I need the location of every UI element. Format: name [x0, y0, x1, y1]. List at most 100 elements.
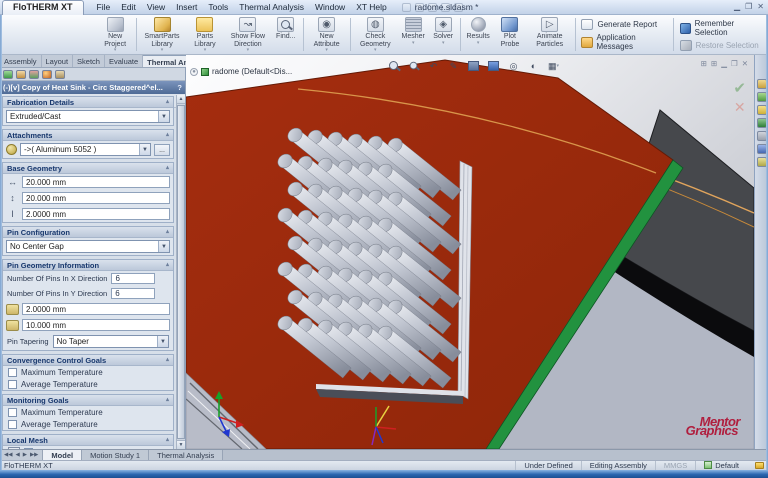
status-configuration[interactable]: Default — [695, 461, 747, 470]
taskpane-custom-properties-icon[interactable] — [757, 157, 767, 167]
section-header[interactable]: Attachments ▴ — [3, 130, 173, 141]
tab-layout[interactable]: Layout — [42, 55, 74, 67]
maximize-button[interactable]: ❐ — [745, 2, 752, 11]
minimize-button[interactable]: ▁ — [734, 2, 740, 11]
remember-selection-button[interactable]: Remember Selection — [680, 19, 762, 37]
max-temperature-checkbox[interactable] — [8, 408, 17, 417]
configuration-manager-icon[interactable] — [29, 70, 39, 79]
scroll-up-icon[interactable]: ▲ — [177, 95, 185, 104]
collapse-icon[interactable]: ▴ — [166, 356, 169, 364]
status-tag-icon[interactable] — [755, 462, 764, 469]
collapse-icon[interactable]: ▴ — [166, 228, 169, 236]
section-header[interactable]: Base Geometry ▴ — [3, 163, 173, 174]
generate-report-button[interactable]: Generate Report — [581, 19, 666, 30]
base-depth-input[interactable]: 20.000 mm — [22, 192, 170, 204]
show-flow-direction-button[interactable]: ↝ Show Flow Direction ▾ — [225, 16, 271, 53]
menu-file[interactable]: File — [92, 1, 116, 13]
app-menu-button[interactable]: FloTHERM XT — [2, 0, 84, 15]
plot-probe-button[interactable]: Plot Probe — [493, 16, 527, 53]
section-view-icon[interactable]: ✎ — [446, 59, 461, 73]
find-button[interactable]: Find... — [271, 16, 301, 53]
menu-edit[interactable]: Edit — [116, 1, 141, 13]
next-sheet-icon[interactable]: ▶ — [22, 452, 28, 458]
child-minimize-button[interactable]: ▁ — [721, 59, 727, 68]
fabrication-select[interactable]: Extruded/Cast ▼ — [6, 110, 170, 123]
restore-selection-button[interactable]: Restore Selection — [680, 40, 762, 51]
collapse-icon[interactable]: ▴ — [166, 131, 169, 139]
help-icon[interactable]: ? — [177, 83, 182, 92]
status-units[interactable]: MMGS — [655, 461, 695, 470]
collapse-icon[interactable]: ▴ — [166, 164, 169, 172]
tab-assembly[interactable]: Assembly — [0, 55, 42, 67]
flyout-pin-icon[interactable]: ● — [190, 68, 198, 76]
avg-temperature-checkbox[interactable] — [8, 380, 17, 389]
display-style-icon[interactable] — [486, 59, 501, 73]
taskpane-view-palette-icon[interactable] — [757, 118, 767, 128]
avg-temperature-checkbox[interactable] — [8, 420, 17, 429]
apply-scene-icon[interactable]: ▦▾ — [546, 59, 561, 73]
appearances-tab-icon[interactable] — [55, 70, 65, 79]
prev-sheet-icon[interactable]: ◀ — [14, 452, 20, 458]
pins-y-input[interactable]: 6 — [111, 288, 155, 299]
hide-show-items-icon[interactable]: ◎ — [506, 59, 521, 73]
tab-sketch[interactable]: Sketch — [73, 55, 105, 67]
zoom-to-area-icon[interactable] — [407, 60, 420, 72]
section-header[interactable]: Local Mesh ▴ — [3, 435, 173, 446]
tile-icon[interactable]: ⊞ — [701, 59, 707, 68]
taskpane-resources-icon[interactable] — [757, 79, 767, 89]
view-orientation-icon[interactable] — [466, 59, 481, 73]
child-restore-button[interactable]: ❐ — [731, 59, 738, 68]
feature-tree-flyout[interactable]: ● radome (Default<Dis... — [190, 67, 292, 76]
smartparts-library-button[interactable]: SmartParts Library ▾ — [139, 16, 185, 53]
material-browse-button[interactable]: ... — [154, 144, 170, 156]
menu-xt-help[interactable]: XT Help — [351, 1, 392, 13]
section-header[interactable]: Pin Geometry Information ▴ — [3, 260, 173, 271]
application-messages-button[interactable]: Application Messages — [581, 33, 666, 51]
taskpane-scenes-icon[interactable] — [757, 144, 767, 154]
confirm-cancel-icon[interactable]: ✕ — [733, 99, 746, 116]
check-geometry-button[interactable]: ◍ Check Geometry ▾ — [352, 16, 398, 53]
mesher-button[interactable]: Mesher ▾ — [398, 16, 428, 53]
pin-tapering-select[interactable]: No Taper ▼ — [53, 335, 169, 348]
pin-configuration-select[interactable]: No Center Gap ▼ — [6, 240, 170, 253]
close-button[interactable]: ✕ — [757, 2, 764, 11]
scrollbar-thumb[interactable] — [177, 105, 185, 439]
scroll-down-icon[interactable]: ▼ — [177, 440, 185, 449]
section-header[interactable]: Convergence Control Goals ▴ — [3, 355, 173, 366]
results-button[interactable]: Results ▾ — [463, 16, 493, 53]
new-attribute-button[interactable]: ◉ New Attribute ▾ — [306, 16, 348, 53]
last-sheet-icon[interactable]: ▶▶ — [29, 452, 39, 458]
pins-x-input[interactable]: 6 — [111, 273, 155, 284]
section-header[interactable]: Pin Configuration ▴ — [3, 227, 173, 238]
taskpane-design-library-icon[interactable] — [757, 92, 767, 102]
section-header[interactable]: Monitoring Goals ▴ — [3, 395, 173, 406]
property-manager-header[interactable]: (-)[v] Copy of Heat Sink - Circ Staggere… — [0, 81, 185, 94]
property-manager-icon[interactable] — [16, 70, 26, 79]
graphics-viewport[interactable]: ● radome (Default<Dis... ↶ ✎ ◎ ◐ ▦▾ ⊞ ⊞ … — [186, 55, 754, 449]
tab-thermal-analysis-sheet[interactable]: Thermal Analysis — [149, 450, 223, 460]
menu-insert[interactable]: Insert — [171, 1, 202, 13]
confirm-ok-icon[interactable]: ✔ — [733, 79, 746, 97]
max-temperature-checkbox[interactable] — [8, 368, 17, 377]
new-project-button[interactable]: New Project ▾ — [96, 16, 134, 53]
collapse-icon[interactable]: ▴ — [166, 436, 169, 444]
new-document-icon[interactable] — [402, 3, 411, 12]
zoom-to-fit-icon[interactable] — [386, 59, 401, 73]
panel-scrollbar[interactable]: ▲ ▼ — [176, 95, 185, 449]
collapse-icon[interactable]: ▴ — [166, 261, 169, 269]
first-sheet-icon[interactable]: ◀◀ — [3, 452, 13, 458]
material-select[interactable]: ->( Aluminum 5052 ) ▼ — [20, 143, 151, 156]
section-header[interactable]: Fabrication Details ▴ — [3, 97, 173, 108]
solver-button[interactable]: ◈ Solver ▾ — [428, 16, 458, 53]
collapse-icon[interactable]: ▴ — [166, 98, 169, 106]
parts-library-button[interactable]: Parts Library ▾ — [185, 16, 225, 53]
base-thickness-input[interactable]: 2.0000 mm — [22, 208, 170, 220]
base-width-input[interactable]: 20.000 mm — [22, 176, 170, 188]
taskpane-appearances-icon[interactable] — [757, 131, 767, 141]
tab-model[interactable]: Model — [43, 450, 82, 460]
feature-tree-icon[interactable] — [3, 70, 13, 79]
tab-motion-study[interactable]: Motion Study 1 — [82, 450, 149, 460]
tab-evaluate[interactable]: Evaluate — [105, 55, 143, 67]
menu-window[interactable]: Window — [310, 1, 350, 13]
animate-particles-button[interactable]: ▷ Animate Particles — [527, 16, 573, 53]
